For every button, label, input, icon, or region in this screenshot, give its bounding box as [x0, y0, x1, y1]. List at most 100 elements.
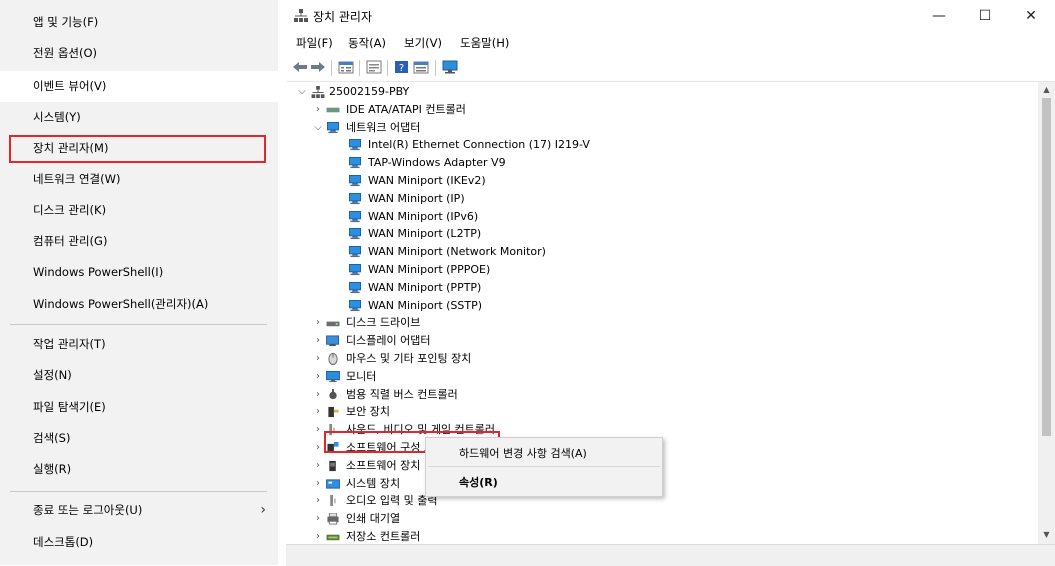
winx-item-disk-management[interactable]: 디스크 관리(K)	[0, 195, 278, 226]
winx-item-label: 검색(S)	[33, 431, 71, 445]
chevron-right-icon[interactable]: ›	[312, 350, 324, 368]
tree-item-label: 소프트웨어 장치	[346, 458, 421, 472]
storage-controller-icon	[326, 534, 340, 541]
winx-item-file-explorer[interactable]: 파일 탐색기(E)	[0, 392, 278, 423]
tree-item-label: 디스플레이 어댑터	[346, 334, 431, 348]
window-title: 장치 관리자	[313, 10, 373, 24]
chevron-right-icon[interactable]: ›	[312, 457, 324, 475]
svg-text:?: ?	[399, 63, 404, 74]
forward-arrow-icon[interactable]	[310, 60, 326, 74]
network-adapter-icon	[349, 228, 361, 240]
winx-item-label: 종료 또는 로그아웃(U)	[33, 503, 143, 517]
properties-icon[interactable]	[338, 60, 354, 74]
monitor-icon	[326, 370, 340, 382]
chevron-right-icon[interactable]: ›	[312, 386, 324, 404]
computer-icon	[311, 86, 325, 98]
menu-file[interactable]: 파일(F)	[296, 35, 333, 51]
chevron-right-icon[interactable]: ›	[312, 510, 324, 528]
chevron-right-icon[interactable]: ›	[312, 439, 324, 457]
software-device-icon	[329, 460, 336, 471]
winx-item-shutdown-signout[interactable]: 종료 또는 로그아웃(U) ›	[0, 495, 278, 526]
vertical-scrollbar[interactable]: ▲ ▼	[1038, 82, 1055, 544]
chevron-right-icon[interactable]: ›	[312, 101, 324, 119]
title-bar[interactable]: 장치 관리자 — ☐ ✕	[286, 0, 1055, 32]
winx-separator	[10, 491, 267, 492]
tree-item-label: WAN Miniport (Network Monitor)	[368, 245, 546, 259]
usb-icon	[329, 388, 337, 399]
scroll-down-arrow-icon[interactable]: ▼	[1038, 530, 1055, 539]
mouse-icon	[328, 353, 338, 365]
chevron-right-icon[interactable]: ›	[312, 368, 324, 386]
scrollbar-thumb[interactable]	[1042, 98, 1051, 436]
menu-view[interactable]: 보기(V)	[404, 35, 442, 51]
update-driver-icon[interactable]	[366, 60, 382, 74]
device-manager-icon	[294, 9, 308, 22]
winx-item-apps-features[interactable]: 앱 및 기능(F)	[0, 7, 278, 38]
winx-item-label: 이벤트 뷰어(V)	[33, 79, 107, 93]
tree-item-label: WAN Miniport (PPTP)	[368, 280, 482, 294]
winx-separator	[10, 324, 267, 325]
winx-item-computer-management[interactable]: 컴퓨터 관리(G)	[0, 226, 278, 257]
tree-item-label: IDE ATA/ATAPI 컨트롤러	[346, 102, 466, 116]
winx-item-settings[interactable]: 설정(N)	[0, 360, 278, 391]
winx-item-task-manager[interactable]: 작업 관리자(T)	[0, 329, 278, 360]
winx-item-system[interactable]: 시스템(Y)	[0, 102, 278, 133]
winx-item-label: 시스템(Y)	[33, 110, 81, 124]
help-icon[interactable]: ?	[394, 60, 410, 74]
winx-item-label: 컴퓨터 관리(G)	[33, 234, 108, 248]
close-button[interactable]: ✕	[1008, 4, 1054, 28]
printer-icon	[327, 513, 339, 525]
toolbar: ?	[286, 55, 1055, 82]
tree-item-label: 보안 장치	[346, 405, 390, 419]
chevron-down-icon[interactable]: ⌵	[296, 83, 308, 101]
tree-item-label: 디스크 드라이브	[346, 316, 421, 330]
network-adapter-icon	[349, 175, 361, 187]
winx-item-label: Windows PowerShell(I)	[33, 265, 164, 279]
menu-bar: 파일(F) 동작(A) 보기(V) 도움말(H)	[286, 32, 1055, 54]
audio-icon	[330, 495, 336, 507]
minimize-button[interactable]: —	[916, 4, 962, 28]
winx-item-label: 파일 탐색기(E)	[33, 400, 106, 414]
winx-item-desktop[interactable]: 데스크톱(D)	[0, 527, 278, 558]
security-device-icon	[328, 407, 339, 418]
maximize-icon: ☐	[978, 8, 992, 24]
device-tree: ⌵ 25002159-PBY › IDE ATA/ATAPI 컨트롤러 ⌵ 네트워크 …	[286, 82, 1038, 544]
chevron-right-icon: ›	[260, 502, 266, 518]
winx-item-label: 네트워크 연결(W)	[33, 172, 121, 186]
chevron-right-icon[interactable]: ›	[312, 403, 324, 421]
network-adapter-icon	[349, 157, 361, 169]
context-menu-separator	[428, 466, 660, 467]
display-adapter-icon	[326, 335, 339, 347]
chevron-right-icon[interactable]: ›	[312, 421, 324, 439]
network-adapter-icon	[349, 210, 361, 222]
monitor-icon[interactable]	[442, 60, 458, 74]
winx-item-power-options[interactable]: 전원 옵션(O)	[0, 38, 278, 69]
menu-help[interactable]: 도움말(H)	[460, 35, 509, 51]
toolbar-separator	[435, 60, 436, 76]
status-bar	[286, 544, 1055, 566]
winx-item-label: 설정(N)	[33, 368, 72, 382]
chevron-right-icon[interactable]: ›	[312, 528, 324, 544]
winx-item-run[interactable]: 실행(R)	[0, 454, 278, 485]
chevron-right-icon[interactable]: ›	[312, 332, 324, 350]
tree-item-label: Intel(R) Ethernet Connection (17) I219-V	[368, 138, 590, 152]
chevron-right-icon[interactable]: ›	[312, 475, 324, 493]
winx-item-powershell[interactable]: Windows PowerShell(I)	[0, 257, 278, 288]
scan-hardware-icon[interactable]	[413, 60, 429, 74]
chevron-right-icon[interactable]: ›	[312, 492, 324, 510]
menu-action[interactable]: 동작(A)	[348, 35, 386, 51]
winx-item-network-connections[interactable]: 네트워크 연결(W)	[0, 164, 278, 195]
close-icon: ✕	[1025, 8, 1037, 24]
tree-item-label: WAN Miniport (SSTP)	[368, 298, 483, 312]
maximize-button[interactable]: ☐	[962, 4, 1008, 28]
winx-item-powershell-admin[interactable]: Windows PowerShell(관리자)(A)	[0, 289, 278, 320]
winx-item-event-viewer[interactable]: 이벤트 뷰어(V)	[0, 71, 278, 102]
chevron-down-icon[interactable]: ⌵	[312, 119, 324, 137]
back-arrow-icon[interactable]	[292, 60, 308, 74]
chevron-right-icon[interactable]: ›	[312, 314, 324, 332]
tree-item-label: 시스템 장치	[346, 476, 401, 490]
scroll-up-arrow-icon[interactable]: ▲	[1038, 85, 1055, 94]
winx-item-search[interactable]: 검색(S)	[0, 423, 278, 454]
context-scan-hardware-changes[interactable]: 하드웨어 변경 사항 검색(A)	[459, 445, 587, 461]
context-properties[interactable]: 속성(R)	[459, 474, 498, 490]
